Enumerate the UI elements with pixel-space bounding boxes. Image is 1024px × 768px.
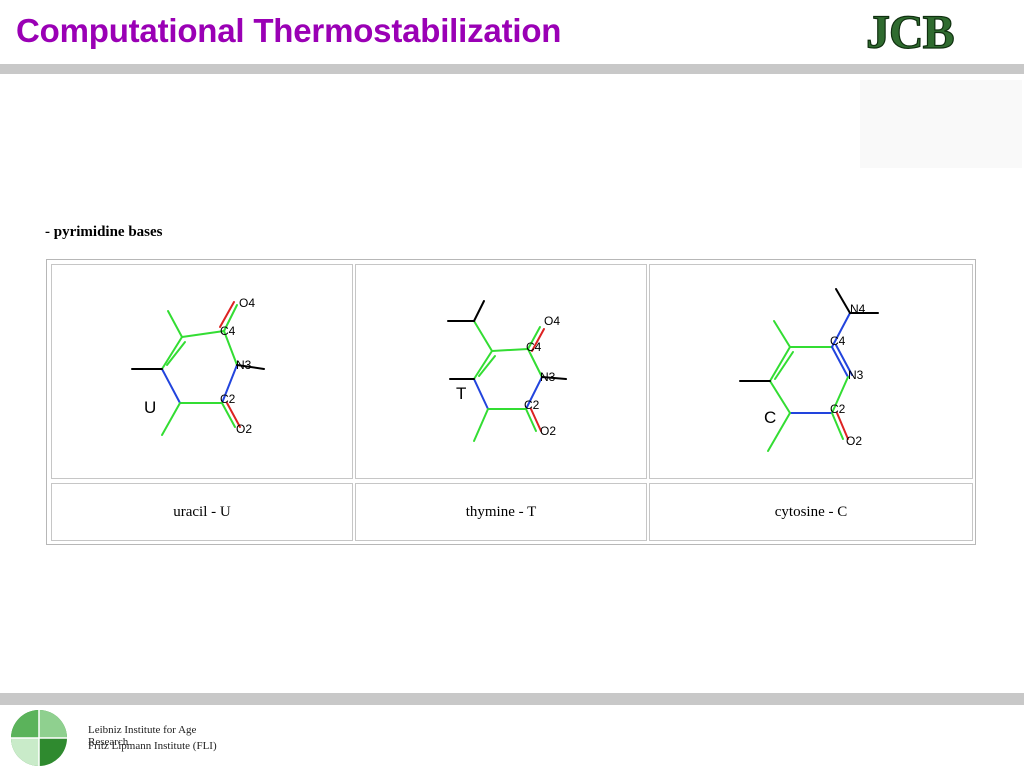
- bottom-divider-bar: [0, 693, 1024, 705]
- thymine-atom-5: O2: [540, 424, 556, 438]
- bases-table: O4 C4 N3 C2 O2 U O4 C4 N3 C2 O2 T N4 C4 …: [46, 259, 976, 545]
- section-label: - pyrimidine bases: [45, 224, 163, 240]
- uracil-letter: U: [144, 398, 156, 417]
- thymine-atom-3: N3: [540, 370, 556, 384]
- uracil-atom-1: O4: [239, 296, 255, 310]
- caption-thymine: thymine - T: [355, 483, 647, 541]
- slide-title: Computational Thermostabilization: [16, 12, 562, 49]
- structure-cell-uracil: O4 C4 N3 C2 O2 U: [51, 264, 353, 479]
- thymine-structure: O4 C4 N3 C2 O2 T: [447, 300, 567, 442]
- thymine-atom-4: C2: [524, 398, 540, 412]
- cytosine-atom-1: N4: [850, 302, 866, 316]
- caption-cytosine: cytosine - C: [649, 483, 973, 541]
- top-divider-bar: [0, 64, 1024, 74]
- jcb-logo: JCB: [862, 0, 1012, 60]
- cytosine-structure: N4 C4 N3 C2 O2 C: [739, 288, 879, 452]
- cytosine-letter: C: [764, 408, 776, 427]
- uracil-atom-3: N3: [236, 358, 252, 372]
- cytosine-atom-4: C2: [830, 402, 846, 416]
- uracil-atom-4: C2: [220, 392, 236, 406]
- cytosine-atom-3: N3: [848, 368, 864, 382]
- thymine-letter: T: [456, 384, 466, 403]
- uracil-atom-5: O2: [236, 422, 252, 436]
- structure-cell-cytosine: N4 C4 N3 C2 O2 C: [649, 264, 973, 479]
- thymine-atom-1: O4: [544, 314, 560, 328]
- cytosine-atom-5: O2: [846, 434, 862, 448]
- fli-logo: Leibniz Institute for Age Research Fritz…: [8, 708, 234, 768]
- uracil-structure: O4 C4 N3 C2 O2 U: [131, 296, 265, 436]
- uracil-atom-2: C4: [220, 324, 236, 338]
- caption-uracil: uracil - U: [51, 483, 353, 541]
- footer-institute-line2: Fritz Lipmann Institute (FLI): [88, 740, 217, 752]
- thymine-atom-2: C4: [526, 340, 542, 354]
- logo-shadow-area: [860, 80, 1022, 168]
- fli-emblem-icon: [11, 710, 67, 766]
- jcb-logo-text: JCB: [866, 6, 954, 59]
- structure-cell-thymine: O4 C4 N3 C2 O2 T: [355, 264, 647, 479]
- cytosine-atom-2: C4: [830, 334, 846, 348]
